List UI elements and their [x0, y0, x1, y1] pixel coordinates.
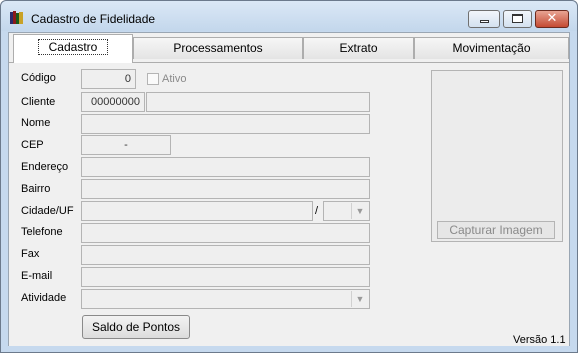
- atividade-select[interactable]: ▼: [81, 289, 370, 309]
- cep-label: CEP: [21, 139, 44, 151]
- saldo-de-pontos-button[interactable]: Saldo de Pontos: [82, 315, 190, 339]
- telefone-label: Telefone: [21, 226, 63, 238]
- app-window: Cadastro de Fidelidade ✕ Cadastro Proces…: [0, 0, 578, 353]
- cidade-uf-separator: /: [315, 205, 319, 217]
- capture-image-button[interactable]: Capturar Imagem: [437, 221, 555, 239]
- cliente-name-field[interactable]: [146, 92, 370, 112]
- cidade-uf-label: Cidade/UF: [21, 205, 74, 217]
- cliente-label: Cliente: [21, 96, 56, 108]
- nome-label: Nome: [21, 117, 51, 129]
- close-icon: ✕: [546, 11, 558, 26]
- close-button[interactable]: ✕: [535, 10, 569, 28]
- cidade-field[interactable]: [81, 201, 313, 221]
- tab-cadastro[interactable]: Cadastro: [13, 34, 133, 63]
- endereco-field[interactable]: [81, 157, 370, 177]
- atividade-label: Atividade: [21, 292, 67, 304]
- minimize-icon: [480, 20, 489, 23]
- chevron-down-icon: ▼: [351, 203, 368, 219]
- maximize-button[interactable]: [503, 10, 532, 28]
- client-area: Cadastro Processamentos Extrato Moviment…: [8, 32, 570, 346]
- ativo-checkbox[interactable]: [147, 73, 159, 85]
- tab-bar: Cadastro Processamentos Extrato Moviment…: [9, 33, 569, 63]
- email-field[interactable]: [81, 267, 370, 287]
- chevron-down-icon: ▼: [351, 291, 368, 307]
- window-title: Cadastro de Fidelidade: [31, 12, 156, 26]
- codigo-label: Código: [21, 72, 56, 84]
- bairro-field[interactable]: [81, 179, 370, 199]
- cliente-code-field[interactable]: 00000000: [81, 92, 145, 112]
- photo-frame: Capturar Imagem: [431, 70, 563, 242]
- tab-extrato[interactable]: Extrato: [303, 37, 414, 59]
- title-bar[interactable]: Cadastro de Fidelidade ✕: [1, 1, 577, 31]
- maximize-icon: [512, 14, 523, 23]
- tab-movimentacao[interactable]: Movimentação: [414, 37, 569, 59]
- minimize-button[interactable]: [468, 10, 500, 28]
- bairro-label: Bairro: [21, 183, 51, 195]
- ativo-label: Ativo: [162, 73, 187, 85]
- cep-field[interactable]: -: [81, 135, 171, 155]
- cadastro-panel: Código 0 Ativo Cliente 00000000 Nome CEP…: [9, 62, 569, 346]
- uf-select[interactable]: ▼: [323, 201, 370, 221]
- tab-processamentos[interactable]: Processamentos: [133, 37, 303, 59]
- version-label: Versão 1.1: [513, 334, 566, 346]
- books-app-icon: [10, 11, 23, 24]
- fax-label: Fax: [21, 248, 40, 260]
- telefone-field[interactable]: [81, 223, 370, 243]
- codigo-field[interactable]: 0: [81, 69, 136, 89]
- email-label: E-mail: [21, 270, 53, 282]
- nome-field[interactable]: [81, 114, 370, 134]
- fax-field[interactable]: [81, 245, 370, 265]
- endereco-label: Endereço: [21, 161, 69, 173]
